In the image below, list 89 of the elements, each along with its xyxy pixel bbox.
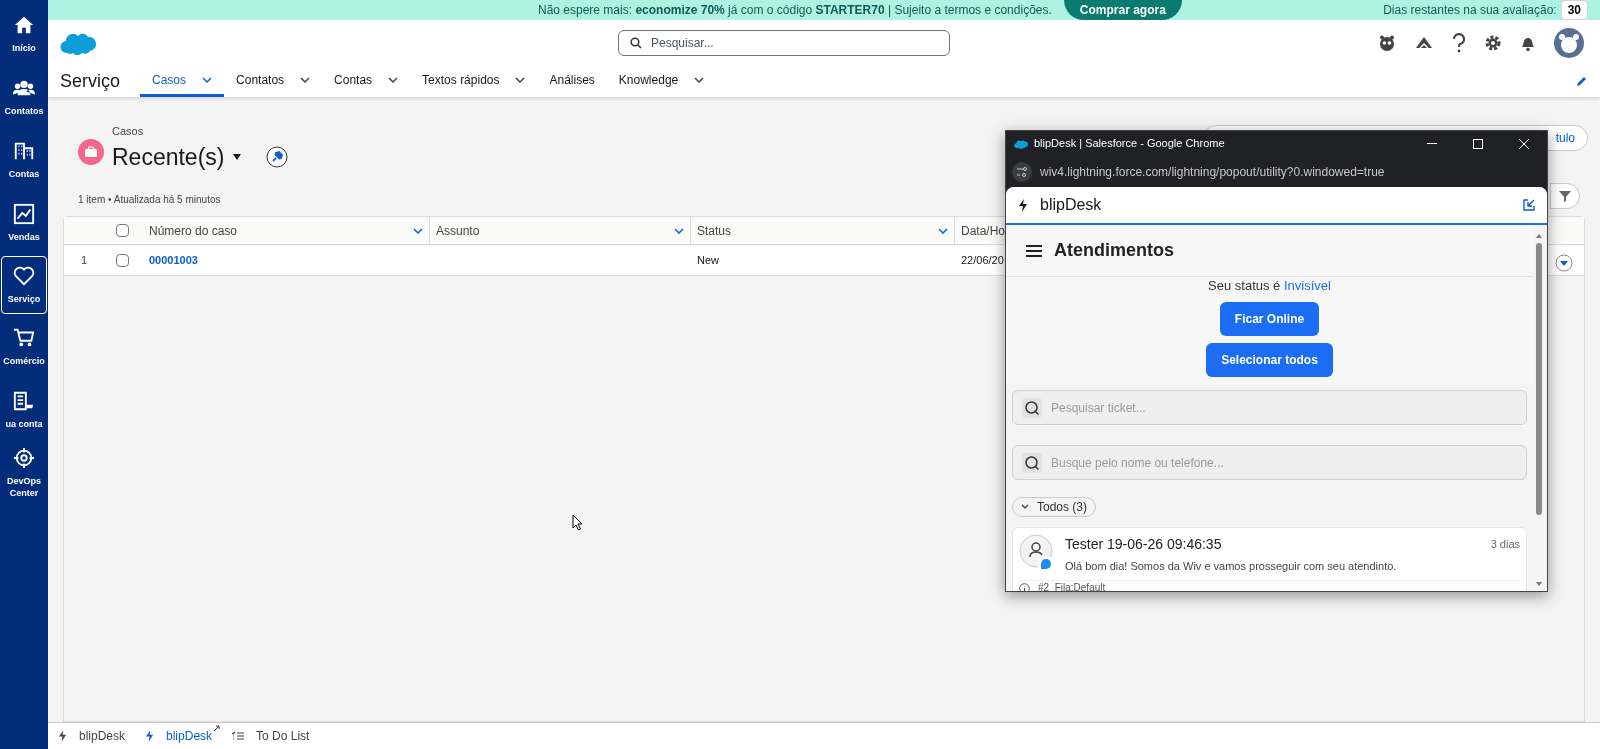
filter-button[interactable] <box>1550 183 1580 209</box>
mascot-icon[interactable] <box>1378 33 1396 52</box>
nav-tab[interactable]: Contas <box>322 65 411 97</box>
utility-item[interactable]: blipDesk <box>145 722 213 749</box>
scrollbar[interactable] <box>1535 233 1543 587</box>
ticket-age: 3 dias <box>1490 536 1520 552</box>
minimize-icon[interactable] <box>1427 142 1437 145</box>
row-number: 1 <box>80 252 89 268</box>
table-cell: 22/06/20 <box>961 253 1004 266</box>
object-label: Casos <box>112 124 145 139</box>
popout-arrow-icon <box>213 724 221 732</box>
column-header[interactable]: Número do caso <box>143 217 430 244</box>
url-text[interactable]: wiv4.lightning.force.com/lightning/popout/utility?0.windowed=true <box>1040 162 1385 181</box>
nav-item[interactable]: Início <box>1 4 47 64</box>
chevron-down-icon <box>674 227 684 234</box>
trial-label: Dias restantes na sua avaliação: <box>1383 2 1557 19</box>
chevron-down-icon <box>938 227 948 234</box>
row-menu-icon[interactable] <box>1555 254 1573 272</box>
chevron-down-icon <box>413 227 423 234</box>
caret-icon[interactable] <box>232 152 243 161</box>
action-button[interactable]: Selecionar todos <box>1206 343 1333 377</box>
status-text: Seu status é Invisível <box>1208 277 1331 295</box>
scroll-down-icon[interactable] <box>1535 581 1543 587</box>
scroll-up-icon[interactable] <box>1535 233 1543 239</box>
checklist-icon <box>232 731 245 741</box>
pin-icon[interactable] <box>266 145 289 168</box>
nav-item[interactable]: Serviço <box>1 256 47 314</box>
nav-item[interactable]: Contas <box>1 130 47 190</box>
select-all-checkbox[interactable] <box>116 224 129 237</box>
settings-icon[interactable] <box>1484 33 1502 52</box>
list-summary: 1 item • Atualizada há 5 minutos <box>78 193 221 207</box>
app-name: Serviço <box>60 69 121 93</box>
buy-now-button[interactable]: Comprar agora <box>1063 0 1182 20</box>
utility-item[interactable]: blipDesk <box>58 722 126 749</box>
nav-tab[interactable]: Contatos <box>224 65 323 97</box>
list-view-title: Recente(s) <box>112 142 225 172</box>
nav-item[interactable]: Vendas <box>1 193 47 253</box>
maximize-icon[interactable] <box>1473 138 1483 149</box>
table-cell: New <box>697 253 719 266</box>
column-header[interactable]: Status <box>691 217 955 244</box>
nav-item[interactable]: Comércio <box>1 317 47 377</box>
nav-tab[interactable]: Textos rápidos <box>410 65 538 97</box>
building-icon <box>13 140 35 162</box>
heart-icon <box>13 265 35 287</box>
target-icon <box>13 447 35 469</box>
close-icon[interactable] <box>1519 138 1529 149</box>
nav-item[interactable]: DevOps Center <box>1 443 47 503</box>
column-header[interactable]: Assunto <box>430 217 691 244</box>
ticket-name: Tester 19-06-26 09:46:35 <box>1065 534 1222 554</box>
trial-days-badge: 30 <box>1560 0 1588 20</box>
home-icon <box>13 14 35 36</box>
contact-avatar-icon <box>1019 533 1055 572</box>
chart-icon <box>13 203 35 225</box>
panel-title: blipDesk <box>1040 195 1102 215</box>
utility-item[interactable]: To Do List <box>232 722 310 749</box>
status-link[interactable]: Invisível <box>1283 278 1331 293</box>
nav-item[interactable]: ua conta <box>1 380 47 440</box>
case-object-icon <box>78 139 104 165</box>
cart-icon <box>13 327 35 349</box>
filter-icon <box>1559 190 1571 202</box>
panel-heading: Atendimentos <box>1054 239 1174 262</box>
search-icon <box>630 36 642 49</box>
nav-tab[interactable]: Casos <box>140 65 225 97</box>
pop-in-icon[interactable] <box>1523 199 1535 211</box>
action-button[interactable]: Ficar Online <box>1219 302 1320 336</box>
row-checkbox[interactable] <box>116 253 129 267</box>
help-icon[interactable] <box>1452 32 1466 53</box>
search-field[interactable]: Pesquisar... <box>618 29 950 56</box>
ticket-card[interactable]: Tester 19-06-26 09:46:35 3 dias Olá bom dia! Somos da Wiv e vamos prosseguir com seu atendinto. #2 Fila:Default <box>1012 526 1527 591</box>
promo-text: Não espere mais: economize 70% já com o código STARTER70 | Sujeito a termos e condições. <box>538 2 1052 19</box>
lightning-icon <box>58 730 67 742</box>
lightning-icon <box>145 730 155 742</box>
case-number-link[interactable]: 00001003 <box>149 253 198 266</box>
mouse-cursor-icon <box>572 514 583 531</box>
cloud-logo-icon <box>1014 138 1028 149</box>
lightning-icon <box>1018 198 1028 212</box>
chevron-icon <box>1021 504 1029 509</box>
menu-icon[interactable] <box>1026 244 1042 257</box>
nav-tab[interactable]: Análises <box>537 65 607 97</box>
edit-icon[interactable] <box>1576 75 1588 87</box>
info-icon <box>1019 582 1030 591</box>
nav-tab[interactable]: Knowledge <box>606 65 717 97</box>
ticket-queue: #2 Fila:Default <box>1038 582 1106 591</box>
nav-item[interactable]: Contatos <box>1 67 47 127</box>
window-title: blipDesk | Salesforce - Google Chrome <box>1034 136 1225 152</box>
avatar-icon[interactable] <box>1554 27 1584 58</box>
store-icon <box>13 390 35 412</box>
ticket-message: Olá bom dia! Somos da Wiv e vamos prosseguir com seu atendinto. <box>1065 558 1398 574</box>
site-settings-icon[interactable] <box>1012 161 1032 182</box>
